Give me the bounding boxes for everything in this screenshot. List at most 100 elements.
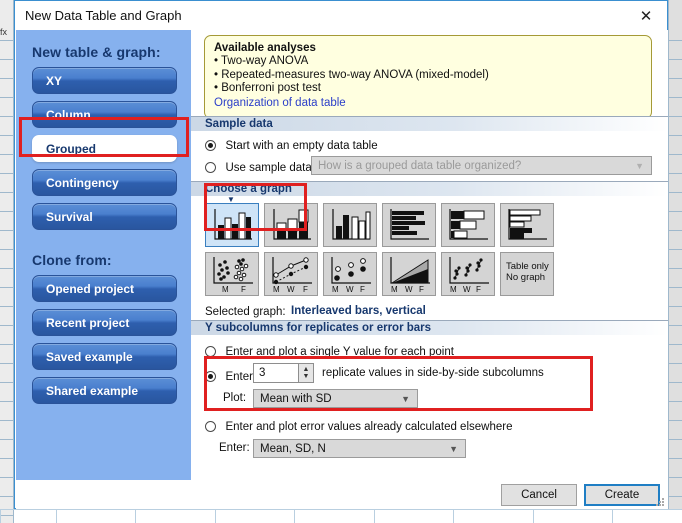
svg-text:W: W <box>287 285 295 294</box>
scrollbar-tick <box>668 40 682 41</box>
sidebar-item-contingency[interactable]: Contingency <box>32 169 177 196</box>
row-divider <box>0 249 14 250</box>
radio-use-sample-data[interactable] <box>205 162 216 173</box>
sample-data-combo[interactable]: How is a grouped data table organized? ▼ <box>311 156 652 175</box>
radio-single-y-row[interactable]: Enter and plot a single Y value for each… <box>205 342 454 360</box>
scrollbar-tick <box>668 78 682 79</box>
enter-label: Enter: <box>219 442 250 454</box>
scrollbar-tick <box>668 477 682 478</box>
plot-combo-value: Mean with SD <box>260 392 332 405</box>
svg-text:F: F <box>241 285 246 294</box>
resize-grip[interactable] <box>656 498 665 507</box>
row-divider <box>0 401 14 402</box>
enter-combo[interactable]: Mean, SD, N ▼ <box>253 439 466 458</box>
analysis-bullet: • Bonferroni post test <box>214 82 321 94</box>
svg-text:M: M <box>273 285 280 294</box>
sidebar-item-opened-project[interactable]: Opened project <box>32 275 177 302</box>
sidebar-item-label: Survival <box>46 209 93 224</box>
sidebar-item-xy[interactable]: XY <box>32 67 177 94</box>
graph-thumb-table-only-no-graph[interactable]: Table only No graph <box>500 252 554 296</box>
radio-error-values[interactable] <box>205 421 216 432</box>
chevron-down-icon[interactable]: ▼ <box>303 373 310 380</box>
svg-text:F: F <box>303 285 308 294</box>
row-divider <box>0 268 14 269</box>
sidebar-item-label: Contingency <box>46 175 119 190</box>
replicate-count-spinner[interactable]: ▲ ▼ <box>299 363 314 383</box>
sidebar-item-survival[interactable]: Survival <box>32 203 177 230</box>
row-divider <box>0 325 14 326</box>
sidebar-item-saved-example[interactable]: Saved example <box>32 343 177 370</box>
grid-column-line <box>612 509 613 523</box>
graph-thumb-grouped-bars-vertical[interactable] <box>323 203 377 247</box>
sidebar-item-column[interactable]: Column <box>32 101 177 128</box>
radio-error-values-label: Enter and plot error values already calc… <box>225 421 513 433</box>
sidebar-item-label: XY <box>46 73 63 88</box>
row-divider <box>0 477 14 478</box>
scrollbar-tick <box>668 116 682 117</box>
radio-single-y-value[interactable] <box>205 346 216 357</box>
replicate-count-input[interactable]: 3 <box>253 363 299 383</box>
chevron-up-icon[interactable]: ▲ <box>303 366 310 373</box>
row-divider <box>0 78 14 79</box>
scrollbar-tick <box>668 135 682 136</box>
row-divider <box>0 420 14 421</box>
graph-thumb-area-plot[interactable]: M W F <box>382 252 436 296</box>
graph-thumb-before-after-line-plot[interactable]: M W F <box>264 252 318 296</box>
create-button[interactable]: Create <box>584 484 660 506</box>
scrollbar-tick <box>668 154 682 155</box>
analysis-bullet: • Repeated-measures two-way ANOVA (mixed… <box>214 68 489 81</box>
radio-replicates-suffix-label: replicate values in side-by-side subcolu… <box>322 367 544 379</box>
radio-start-empty-label: Start with an empty data table <box>225 140 378 152</box>
sidebar-item-label: Shared example <box>46 383 139 398</box>
scrollbar-tick <box>668 211 682 212</box>
svg-text:W: W <box>463 285 471 294</box>
sidebar-item-grouped[interactable]: Grouped <box>32 135 177 162</box>
radio-error-values-row[interactable]: Enter and plot error values already calc… <box>205 417 512 435</box>
sample-data-combo-value: How is a grouped data table organized? <box>318 159 522 172</box>
row-divider <box>0 230 14 231</box>
close-icon[interactable]: ✕ <box>629 5 663 27</box>
svg-text:W: W <box>346 285 354 294</box>
scrollbar-tick <box>668 230 682 231</box>
row-divider <box>0 496 14 497</box>
graph-thumb-interleaved-bars-horizontal[interactable] <box>382 203 436 247</box>
new-data-table-and-graph-dialog: New Data Table and Graph ✕ New table & g… <box>14 0 668 509</box>
graph-thumb-grouped-scatter-plot[interactable]: M W F <box>441 252 495 296</box>
left-nav-panel: New table & graph: XY Column Grouped Con… <box>16 30 191 480</box>
graph-thumb-stacked-bars-vertical[interactable] <box>264 203 318 247</box>
row-divider <box>0 211 14 212</box>
graph-thumb-scatter-dot-plot[interactable]: M F <box>205 252 259 296</box>
sidebar-item-recent-project[interactable]: Recent project <box>32 309 177 336</box>
dialog-title: New Data Table and Graph <box>25 8 182 23</box>
replicate-count-stepper[interactable]: 3 ▲ ▼ <box>253 363 314 383</box>
sidebar-item-shared-example[interactable]: Shared example <box>32 377 177 404</box>
radio-use-sample-label: Use sample data <box>225 162 312 174</box>
svg-text:F: F <box>476 285 481 294</box>
svg-text:M: M <box>222 285 229 294</box>
formula-bar-label: fx <box>0 27 8 37</box>
radio-single-y-label: Enter and plot a single Y value for each… <box>225 346 454 358</box>
selected-graph-label: Selected graph: <box>205 306 286 318</box>
row-divider <box>0 515 14 516</box>
scrollbar-track[interactable] <box>668 0 682 509</box>
plot-combo[interactable]: Mean with SD ▼ <box>253 389 418 408</box>
graph-thumb-interleaved-bars-vertical[interactable] <box>205 203 259 247</box>
radio-replicates-row[interactable]: Enter <box>205 367 253 385</box>
svg-text:M: M <box>332 285 339 294</box>
radio-use-sample-row[interactable]: Use sample data <box>205 158 312 176</box>
available-analyses-title: Available analyses <box>214 42 316 54</box>
graph-thumb-grouped-bars-horizontal[interactable] <box>441 203 495 247</box>
chevron-down-icon: ▼ <box>449 444 458 454</box>
graph-thumb-stacked-bars-horizontal[interactable] <box>500 203 554 247</box>
graph-thumb-symbol-plot[interactable]: M W F <box>323 252 377 296</box>
plot-label: Plot: <box>223 392 247 404</box>
svg-text:M: M <box>391 285 398 294</box>
scrollbar-tick <box>668 382 682 383</box>
radio-replicates[interactable] <box>205 371 216 382</box>
cancel-button[interactable]: Cancel <box>501 484 577 506</box>
radio-start-empty[interactable] <box>205 140 216 151</box>
radio-start-empty-row[interactable]: Start with an empty data table <box>205 136 378 154</box>
organization-of-data-table-link[interactable]: Organization of data table <box>214 96 642 111</box>
sidebar-item-label: Saved example <box>46 349 133 364</box>
clone-from-heading: Clone from: <box>32 252 112 268</box>
